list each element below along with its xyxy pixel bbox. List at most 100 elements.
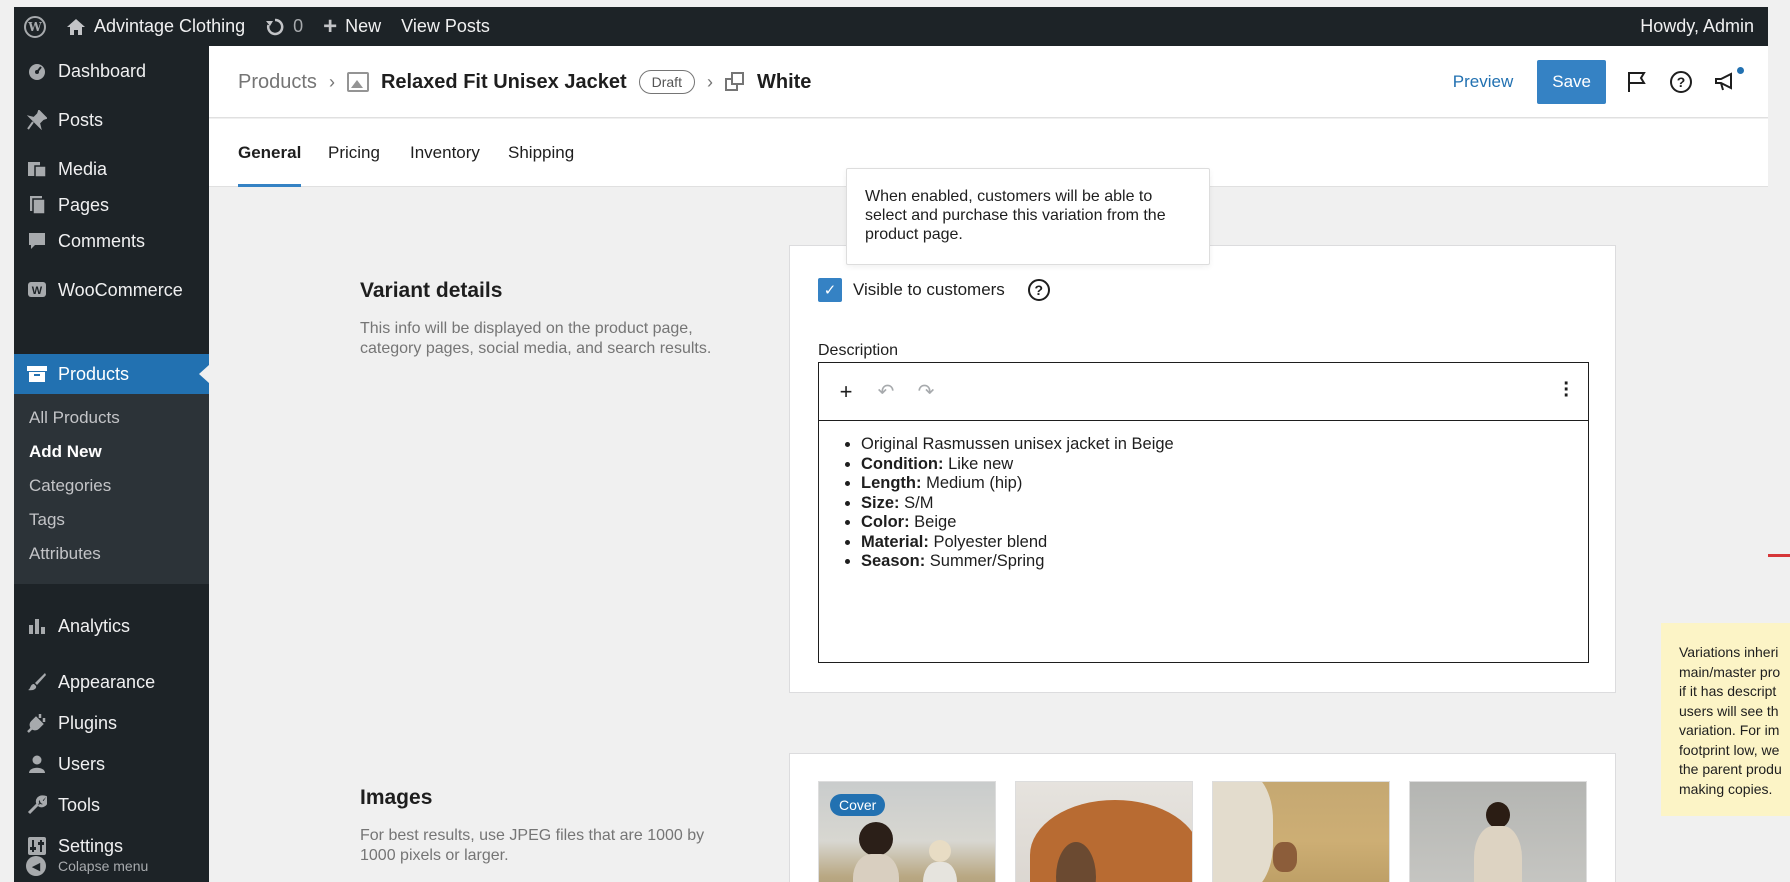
sidebar-item-users[interactable]: Users <box>14 744 209 784</box>
site-name: Advintage Clothing <box>94 16 246 36</box>
refresh-icon <box>266 18 284 35</box>
description-editor: + ↶ ↷ ··· Original Rasmussen unisex jack… <box>818 362 1589 663</box>
note-line: Variations inheri <box>1679 644 1779 660</box>
header-actions: Preview Save ? <box>1453 46 1744 118</box>
description-label: Description <box>818 342 899 359</box>
sidebar-item-label: Appearance <box>58 671 156 692</box>
bar-chart-icon <box>26 615 48 637</box>
visibility-tooltip: When enabled, customers will be able to … <box>846 168 1210 265</box>
updates-link[interactable]: 0 <box>255 7 313 46</box>
product-title-link[interactable]: Relaxed Fit Unisex Jacket <box>381 71 627 94</box>
description-content[interactable]: Original Rasmussen unisex jacket in Beig… <box>819 421 1588 572</box>
sidebar-item-label: Plugins <box>58 712 118 733</box>
note-line: making copies. <box>1679 780 1773 797</box>
list-item: Original Rasmussen unisex jacket in Beig… <box>861 435 1588 455</box>
products-submenu: All Products Add New Categories Tags Att… <box>14 394 209 584</box>
help-icon[interactable]: ? <box>1668 69 1694 95</box>
view-posts-link[interactable]: View Posts <box>391 7 500 46</box>
add-block-icon[interactable]: + <box>835 379 857 404</box>
submenu-tags[interactable]: Tags <box>29 510 65 530</box>
sidebar-item-posts[interactable]: Posts <box>14 100 209 140</box>
submenu-attributes[interactable]: Attributes <box>29 544 101 564</box>
brush-icon <box>26 671 48 693</box>
sidebar-item-label: Pages <box>58 194 110 215</box>
sidebar-item-pages[interactable]: Pages <box>14 185 209 225</box>
list-item: Size: S/M <box>861 494 1588 514</box>
variant-details-title: Variant details <box>360 279 503 302</box>
undo-icon[interactable]: ↶ <box>875 381 897 403</box>
product-editor-header: Products › Relaxed Fit Unisex Jacket Dra… <box>209 46 1768 118</box>
variation-icon <box>724 72 745 92</box>
account-menu[interactable]: Howdy, Admin <box>1630 7 1768 46</box>
sidebar-item-comments[interactable]: Comments <box>14 221 209 261</box>
site-name-link[interactable]: Advintage Clothing <box>56 7 255 46</box>
product-image-thumbnail[interactable] <box>1015 781 1193 882</box>
pages-icon <box>26 194 48 216</box>
svg-text:W: W <box>32 285 43 297</box>
preview-button[interactable]: Preview <box>1453 72 1513 92</box>
redo-icon[interactable]: ↷ <box>915 381 937 403</box>
plus-icon: + <box>323 12 338 40</box>
save-button[interactable]: Save <box>1537 60 1606 104</box>
collapse-arrow-icon: ◀ <box>26 856 46 876</box>
submenu-categories[interactable]: Categories <box>29 476 111 496</box>
product-image-thumbnail[interactable]: Cover <box>818 781 996 882</box>
sidebar-item-dashboard[interactable]: Dashboard <box>14 51 209 91</box>
greeting: Howdy, Admin <box>1640 16 1754 36</box>
sidebar-item-label: Dashboard <box>58 60 147 81</box>
note-line: main/master pro <box>1679 663 1781 680</box>
wordpress-logo-link[interactable]: W <box>14 7 56 46</box>
collapse-label: Colapse menu <box>58 858 149 874</box>
visible-to-customers-row: ✓ Visible to customers ? <box>818 278 1050 302</box>
list-item: Season: Summer/Spring <box>861 552 1588 572</box>
flag-icon[interactable] <box>1624 69 1650 95</box>
variations-info-note: Variations inheri main/master pro if it … <box>1661 623 1790 816</box>
admin-sidebar: Dashboard Posts Media Pages Comments W W… <box>14 46 209 882</box>
plug-icon <box>26 712 48 734</box>
help-icon[interactable]: ? <box>1027 279 1050 301</box>
new-content-link[interactable]: + New <box>313 7 391 46</box>
note-line: the parent produ <box>1679 761 1782 777</box>
images-card: Cover <box>789 753 1616 882</box>
pin-icon <box>26 109 48 131</box>
wrench-icon <box>26 794 48 816</box>
tab-pricing[interactable]: Pricing <box>328 119 380 187</box>
sidebar-item-tools[interactable]: Tools <box>14 785 209 825</box>
breadcrumb: Products › Relaxed Fit Unisex Jacket Dra… <box>238 46 811 118</box>
submenu-add-new[interactable]: Add New <box>29 442 102 462</box>
visible-to-customers-checkbox[interactable]: ✓ <box>818 278 842 302</box>
tab-general[interactable]: General <box>238 119 302 187</box>
sidebar-item-media[interactable]: Media <box>14 149 209 189</box>
breadcrumb-products-link[interactable]: Products <box>238 71 317 94</box>
sidebar-item-appearance[interactable]: Appearance <box>14 662 209 702</box>
comment-icon <box>26 230 48 252</box>
note-line: footprint low, we <box>1679 741 1780 758</box>
submenu-all-products[interactable]: All Products <box>29 408 120 428</box>
dashboard-icon <box>26 60 48 82</box>
more-options-icon[interactable]: · · · <box>1563 374 1570 406</box>
visible-to-customers-label[interactable]: Visible to customers <box>853 280 1005 300</box>
sidebar-item-label: Settings <box>58 835 124 856</box>
list-item: Color: Beige <box>861 513 1588 533</box>
notification-dot <box>1737 67 1744 74</box>
note-line: users will see th <box>1679 702 1779 719</box>
sidebar-item-label: WooCommerce <box>58 279 183 300</box>
tab-shipping[interactable]: Shipping <box>508 119 574 187</box>
sidebar-item-label: Tools <box>58 794 101 815</box>
collapse-menu-button[interactable]: ◀ Colapse menu <box>26 856 148 876</box>
sidebar-item-label: Products <box>58 363 130 384</box>
variation-title: White <box>756 70 812 93</box>
sidebar-item-woocommerce[interactable]: W WooCommerce <box>14 270 209 310</box>
woocommerce-icon: W <box>26 279 48 301</box>
sidebar-item-products[interactable]: Products <box>14 354 209 394</box>
chevron-right-icon: › <box>706 71 713 92</box>
megaphone-icon[interactable] <box>1712 67 1744 95</box>
media-icon <box>26 158 48 180</box>
sidebar-item-analytics[interactable]: Analytics <box>14 606 209 646</box>
product-image-thumbnail[interactable] <box>1409 781 1587 882</box>
tab-inventory[interactable]: Inventory <box>410 119 480 187</box>
sidebar-item-plugins[interactable]: Plugins <box>14 703 209 743</box>
note-line: if it has descript <box>1679 683 1777 699</box>
product-image-thumbnail[interactable] <box>1212 781 1390 882</box>
home-icon <box>67 18 85 35</box>
